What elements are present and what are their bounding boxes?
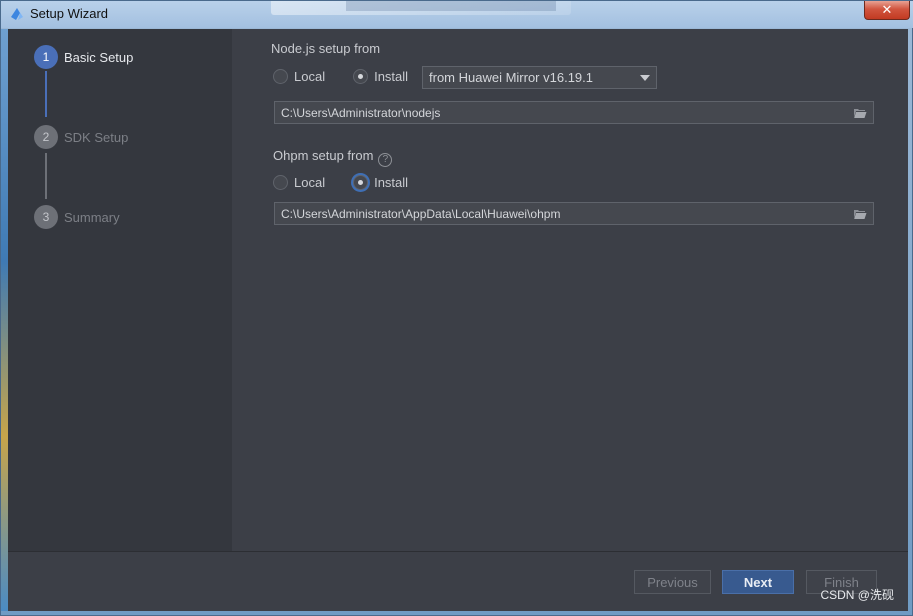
next-button[interactable]: Next	[722, 570, 794, 594]
path-value: C:\Users\Administrator\nodejs	[281, 106, 441, 120]
deveco-logo-icon	[11, 8, 23, 20]
wizard-footer: Previous Next Finish CSDN @洗砚	[8, 551, 908, 611]
step-connector-1	[45, 71, 47, 117]
folder-open-icon[interactable]	[853, 208, 867, 220]
nodejs-section-label: Node.js setup from	[271, 41, 381, 56]
radio-indicator[interactable]	[353, 175, 369, 190]
nodejs-radio-group: Local Install	[273, 69, 436, 84]
path-value: C:\Users\Administrator\AppData\Local\Hua…	[281, 207, 561, 221]
nodejs-install-radio[interactable]: Install	[353, 69, 408, 84]
previous-button[interactable]: Previous	[634, 570, 711, 594]
ohpm-local-radio[interactable]: Local	[273, 175, 325, 190]
step-summary: 3 Summary	[34, 205, 120, 229]
step-connector-2	[45, 153, 47, 199]
step-number: 2	[34, 125, 58, 149]
ohpm-label-text: Ohpm setup from	[273, 148, 374, 163]
setup-main-panel: Node.js setup from Local Install from Hu…	[232, 29, 908, 551]
radio-label: Install	[374, 69, 409, 84]
ohpm-install-radio[interactable]: Install	[353, 175, 408, 190]
step-label: Basic Setup	[64, 49, 134, 65]
title-bar[interactable]: Setup Wizard ✕	[1, 1, 913, 28]
wizard-client-area: 1 Basic Setup 2 SDK Setup 3 Summary Node…	[8, 29, 908, 611]
folder-open-icon[interactable]	[853, 107, 867, 119]
desktop-edge-strip	[1, 29, 8, 611]
nodejs-local-radio[interactable]: Local	[273, 69, 325, 84]
step-label: SDK Setup	[64, 129, 129, 145]
radio-label: Local	[294, 175, 326, 190]
chevron-down-icon[interactable]	[640, 75, 650, 81]
step-sdk-setup: 2 SDK Setup	[34, 125, 128, 149]
window-title: Setup Wizard	[30, 6, 109, 21]
step-number: 3	[34, 205, 58, 229]
steps-sidebar: 1 Basic Setup 2 SDK Setup 3 Summary	[8, 29, 232, 551]
step-basic-setup: 1 Basic Setup	[34, 45, 133, 69]
nodejs-path-field[interactable]: C:\Users\Administrator\nodejs	[274, 101, 874, 124]
window-frame: Setup Wizard ✕ 1 Basic Setup 2 SDK Setup…	[0, 0, 913, 616]
radio-indicator[interactable]	[353, 69, 369, 84]
window-close-button[interactable]: ✕	[864, 1, 910, 20]
step-label: Summary	[64, 209, 120, 225]
ohpm-radio-group: Local Install	[273, 175, 436, 190]
step-number: 1	[34, 45, 58, 69]
radio-label: Install	[374, 175, 409, 190]
background-window-ghost-2	[346, 1, 556, 11]
select-value: from Huawei Mirror v16.19.1	[429, 70, 593, 85]
nodejs-mirror-select[interactable]: from Huawei Mirror v16.19.1	[422, 66, 657, 89]
question-circle-icon[interactable]: ?	[378, 152, 393, 167]
radio-indicator[interactable]	[273, 175, 288, 190]
ohpm-section-label: Ohpm setup from?	[273, 148, 393, 167]
radio-label: Local	[294, 69, 326, 84]
csdn-watermark: CSDN @洗砚	[820, 588, 894, 602]
radio-indicator[interactable]	[273, 69, 288, 84]
ohpm-path-field[interactable]: C:\Users\Administrator\AppData\Local\Hua…	[274, 202, 874, 225]
